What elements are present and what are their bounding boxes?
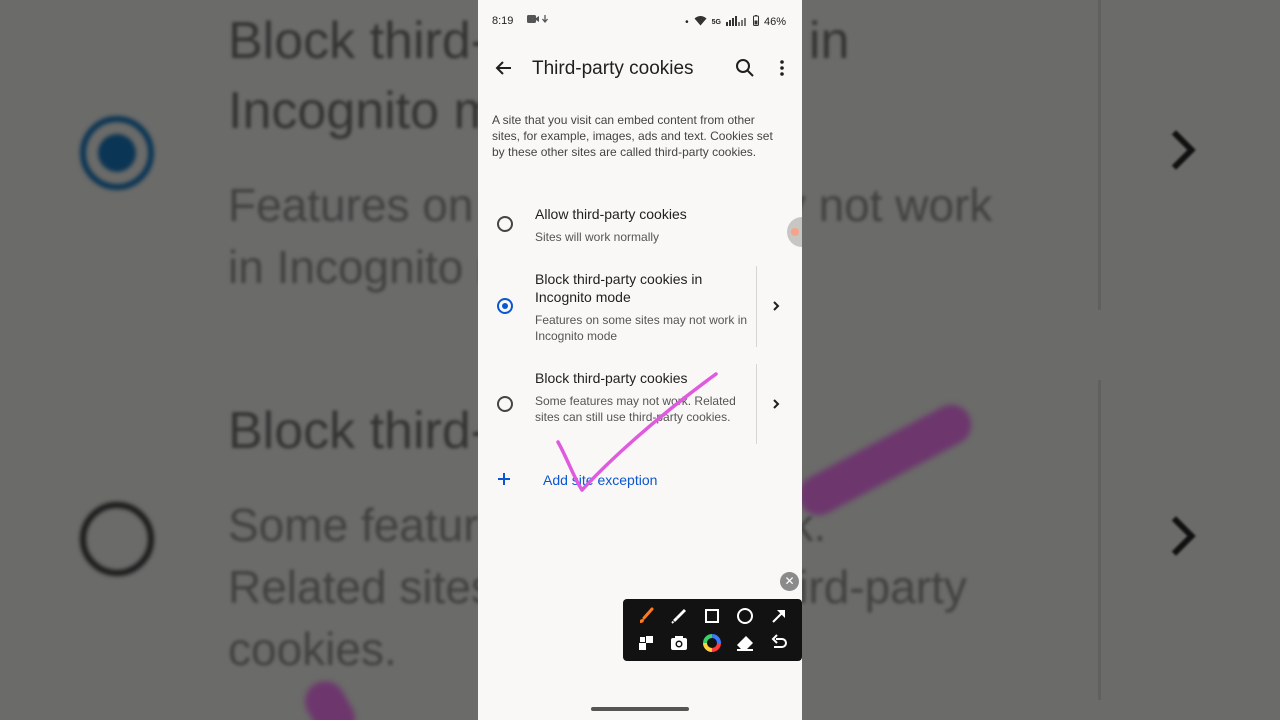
search-icon[interactable] (734, 57, 756, 79)
bg-divider (1098, 380, 1101, 700)
bg-annotation-stroke (297, 674, 363, 720)
chevron-right-icon[interactable] (769, 299, 783, 313)
plus-icon (495, 470, 513, 488)
radio-button[interactable] (497, 216, 513, 232)
status-bar: 8:19 • 5G 46% (478, 0, 802, 44)
radio-button-selected[interactable] (497, 298, 513, 314)
status-time: 8:19 (492, 15, 514, 27)
option-block-third-party-cookies[interactable]: Block third-party cookies Some features … (478, 364, 802, 444)
network-label: 5G (711, 18, 721, 26)
signal-icon (725, 15, 748, 29)
back-arrow-icon[interactable] (492, 56, 516, 80)
bg-chevron-icon (1156, 516, 1196, 556)
bg-annotation-stroke (791, 397, 979, 523)
phone-screen: 8:19 • 5G 46% Third-party cookies A site… (478, 0, 802, 720)
annotation-toolbar (623, 599, 802, 661)
option-title: Block third-party cookies (535, 370, 688, 386)
option-allow-third-party-cookies[interactable]: Allow third-party cookies Sites will wor… (478, 200, 802, 256)
bg-sub2-line3: cookies. (228, 623, 397, 675)
home-indicator[interactable] (591, 707, 689, 711)
color-wheel-icon[interactable] (700, 631, 724, 655)
page-title: Third-party cookies (532, 58, 694, 79)
option-block-incognito[interactable]: Block third-party cookies in Incognito m… (478, 266, 802, 350)
undo-icon[interactable] (767, 631, 791, 655)
highlighter-icon[interactable] (667, 604, 691, 628)
status-right: • 5G 46% (685, 15, 786, 29)
battery-icon (752, 15, 759, 29)
wifi-icon (694, 15, 707, 29)
mosaic-icon[interactable] (634, 631, 658, 655)
eraser-icon[interactable] (733, 631, 757, 655)
bg-radio-unselected (80, 502, 154, 576)
battery-percent: 46% (763, 16, 786, 28)
camera-icon[interactable] (667, 631, 691, 655)
add-site-exception-label: Add site exception (543, 472, 658, 488)
screen-record-icon (527, 14, 549, 26)
bg-divider (1098, 0, 1101, 310)
brush-icon[interactable] (634, 604, 658, 628)
notification-dot: • (685, 16, 689, 28)
add-site-exception-button[interactable]: Add site exception (478, 464, 802, 496)
app-bar: Third-party cookies (478, 44, 802, 92)
option-title: Allow third-party cookies (535, 206, 687, 222)
chevron-right-icon[interactable] (769, 397, 783, 411)
option-subtitle: Some features may not work. Related site… (535, 394, 736, 424)
rectangle-icon[interactable] (700, 604, 724, 628)
more-options-icon[interactable] (772, 57, 792, 79)
bg-radio-selected (80, 116, 154, 190)
option-title: Block third-party cookies in Incognito m… (535, 271, 703, 305)
option-divider (756, 266, 757, 347)
option-subtitle: Features on some sites may not work in I… (535, 313, 748, 343)
option-divider (756, 364, 757, 444)
radio-button[interactable] (497, 396, 513, 412)
close-toolbar-button[interactable]: ✕ (780, 572, 799, 591)
bg-chevron-icon (1156, 130, 1196, 170)
description-text: A site that you visit can embed content … (492, 113, 773, 159)
arrow-icon[interactable] (767, 604, 791, 628)
option-subtitle: Sites will work normally (535, 230, 660, 244)
circle-icon[interactable] (733, 604, 757, 628)
